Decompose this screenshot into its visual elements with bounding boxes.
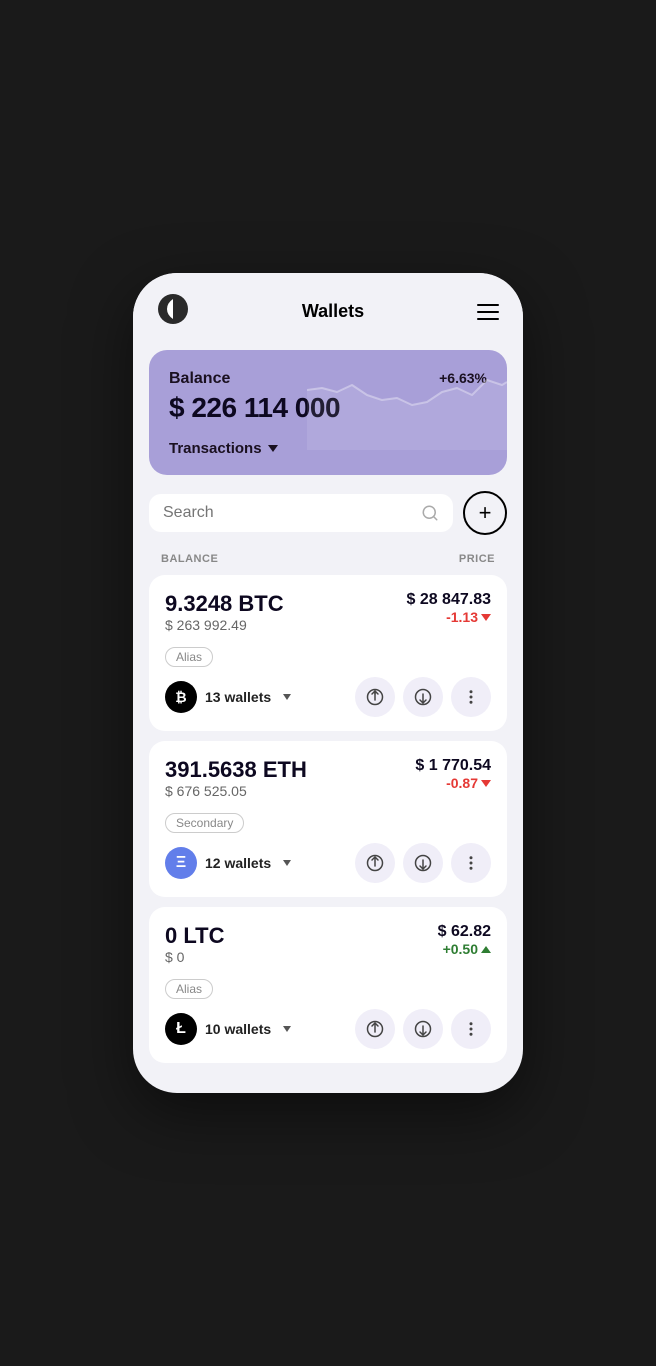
search-wrapper[interactable] bbox=[149, 494, 453, 532]
btc-usd: $ 263 992.49 bbox=[165, 617, 284, 633]
search-area: + bbox=[133, 491, 523, 549]
eth-coin-icon: Ξ bbox=[165, 847, 197, 879]
send-icon bbox=[366, 688, 384, 706]
crypto-card-eth: 391.5638 ETH $ 676 525.05 $ 1 770.54 -0.… bbox=[149, 741, 507, 897]
ltc-wallet-info[interactable]: Ł 10 wallets bbox=[165, 1013, 291, 1045]
ltc-usd: $ 0 bbox=[165, 949, 224, 965]
eth-actions bbox=[355, 843, 491, 883]
add-button[interactable]: + bbox=[463, 491, 507, 535]
crypto-list: 9.3248 BTC $ 263 992.49 $ 28 847.83 -1.1… bbox=[133, 575, 523, 1063]
btc-alias-badge: Alias bbox=[165, 647, 213, 667]
search-icon bbox=[421, 504, 439, 522]
more-icon bbox=[462, 854, 480, 872]
ltc-send-button[interactable] bbox=[355, 1009, 395, 1049]
eth-more-button[interactable] bbox=[451, 843, 491, 883]
ltc-coin-icon: Ł bbox=[165, 1013, 197, 1045]
more-icon bbox=[462, 688, 480, 706]
btc-wallet-count: 13 wallets bbox=[205, 689, 271, 705]
ltc-actions bbox=[355, 1009, 491, 1049]
eth-price: $ 1 770.54 bbox=[415, 757, 491, 775]
eth-wallet-info[interactable]: Ξ 12 wallets bbox=[165, 847, 291, 879]
send-icon bbox=[366, 1020, 384, 1038]
btc-more-button[interactable] bbox=[451, 677, 491, 717]
receive-icon bbox=[414, 1020, 432, 1038]
eth-bottom: Ξ 12 wallets bbox=[165, 843, 491, 883]
btc-coin-icon: ₿ bbox=[165, 681, 197, 713]
btc-price: $ 28 847.83 bbox=[406, 591, 491, 609]
transactions-label: Transactions bbox=[169, 440, 262, 457]
ltc-alias-badge: Alias bbox=[165, 979, 213, 999]
ltc-change: +0.50 bbox=[438, 941, 491, 957]
receive-icon bbox=[414, 688, 432, 706]
receive-icon bbox=[414, 854, 432, 872]
eth-amount: 391.5638 ETH bbox=[165, 757, 307, 783]
btc-wallet-info[interactable]: ₿ 13 wallets bbox=[165, 681, 291, 713]
eth-change: -0.87 bbox=[415, 775, 491, 791]
balance-card: Balance +6.63% $ 226 114 000 Transaction… bbox=[149, 350, 507, 475]
btc-change: -1.13 bbox=[406, 609, 491, 625]
btc-change-icon bbox=[481, 614, 491, 621]
ltc-amount: 0 LTC bbox=[165, 923, 224, 949]
ltc-more-button[interactable] bbox=[451, 1009, 491, 1049]
logo-icon bbox=[157, 293, 189, 330]
transactions-chevron-icon bbox=[268, 445, 278, 452]
eth-alias-badge: Secondary bbox=[165, 813, 244, 833]
price-column-header: PRICE bbox=[459, 553, 495, 565]
search-input[interactable] bbox=[163, 504, 413, 522]
menu-button[interactable] bbox=[477, 304, 499, 320]
btc-wallet-chevron-icon bbox=[283, 694, 291, 700]
ltc-wallet-count: 10 wallets bbox=[205, 1021, 271, 1037]
send-icon bbox=[366, 854, 384, 872]
ltc-bottom: Ł 10 wallets bbox=[165, 1009, 491, 1049]
eth-receive-button[interactable] bbox=[403, 843, 443, 883]
page-title: Wallets bbox=[302, 301, 364, 322]
ltc-wallet-chevron-icon bbox=[283, 1026, 291, 1032]
balance-label: Balance bbox=[169, 370, 230, 388]
eth-send-button[interactable] bbox=[355, 843, 395, 883]
balance-chart bbox=[307, 350, 507, 450]
btc-send-button[interactable] bbox=[355, 677, 395, 717]
crypto-card-ltc: 0 LTC $ 0 $ 62.82 +0.50 Alias Ł bbox=[149, 907, 507, 1063]
eth-wallet-chevron-icon bbox=[283, 860, 291, 866]
ltc-price: $ 62.82 bbox=[438, 923, 491, 941]
btc-receive-button[interactable] bbox=[403, 677, 443, 717]
crypto-card-btc: 9.3248 BTC $ 263 992.49 $ 28 847.83 -1.1… bbox=[149, 575, 507, 731]
eth-change-icon bbox=[481, 780, 491, 787]
app-header: Wallets bbox=[133, 273, 523, 342]
ltc-change-icon bbox=[481, 946, 491, 953]
balance-column-header: BALANCE bbox=[161, 553, 218, 565]
btc-bottom: ₿ 13 wallets bbox=[165, 677, 491, 717]
more-icon bbox=[462, 1020, 480, 1038]
btc-amount: 9.3248 BTC bbox=[165, 591, 284, 617]
eth-wallet-count: 12 wallets bbox=[205, 855, 271, 871]
column-headers: BALANCE PRICE bbox=[133, 549, 523, 575]
btc-actions bbox=[355, 677, 491, 717]
ltc-receive-button[interactable] bbox=[403, 1009, 443, 1049]
add-icon: + bbox=[479, 502, 492, 524]
eth-usd: $ 676 525.05 bbox=[165, 783, 307, 799]
